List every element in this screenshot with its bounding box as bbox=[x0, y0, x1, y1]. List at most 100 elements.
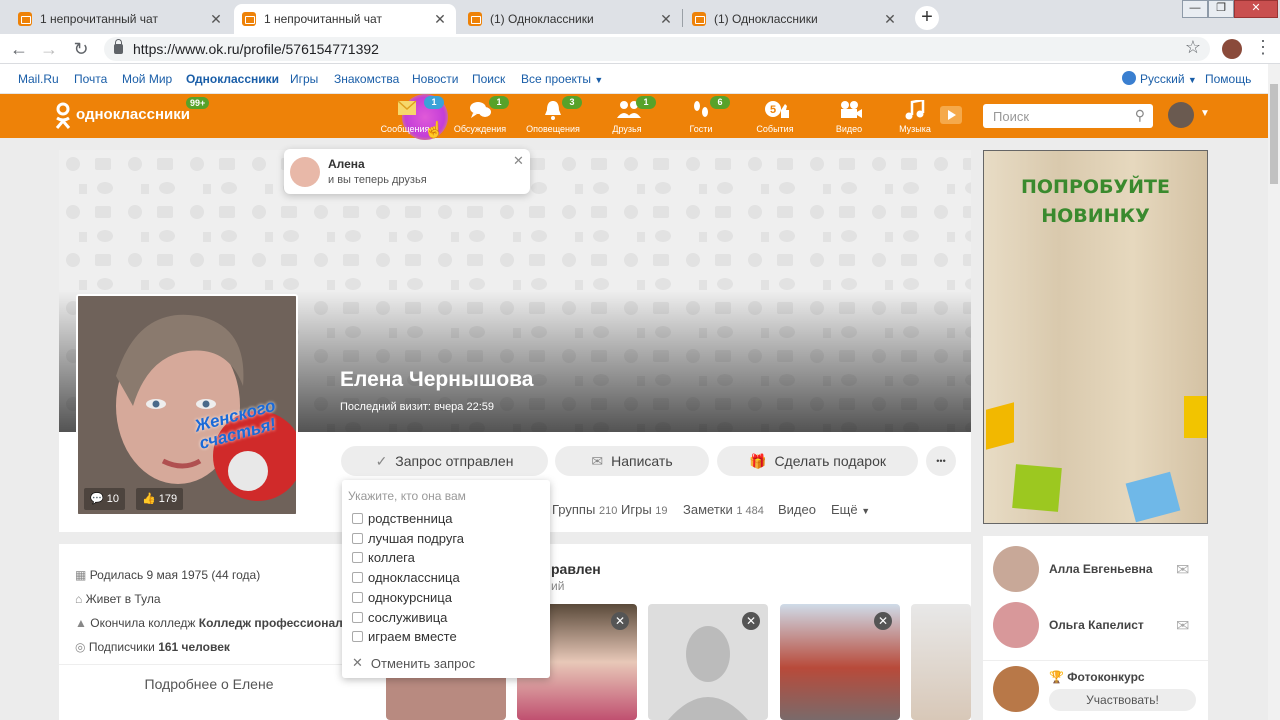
tab-close-icon[interactable]: ✕ bbox=[882, 11, 898, 28]
mouse-cursor-icon: ☝ bbox=[424, 122, 444, 139]
profile-avatar[interactable] bbox=[1222, 39, 1242, 59]
relation-option[interactable]: одноклассница bbox=[352, 570, 460, 585]
user-avatar[interactable] bbox=[1168, 102, 1194, 128]
relation-option[interactable]: лучшая подруга bbox=[352, 531, 464, 546]
avatar-likes[interactable]: 👍 179 bbox=[136, 488, 184, 510]
tab-close-icon[interactable]: ✕ bbox=[432, 11, 448, 28]
tab-close-icon[interactable]: ✕ bbox=[208, 11, 224, 28]
relation-option[interactable]: играем вместе bbox=[352, 629, 457, 644]
friend-notification[interactable]: Алена и вы теперь друзья ✕ bbox=[284, 149, 530, 194]
browser-tab[interactable]: 1 непрочитанный чат ✕ bbox=[10, 4, 232, 34]
nav-notifications[interactable]: 3 Оповещения bbox=[518, 94, 588, 138]
checkbox[interactable] bbox=[352, 592, 363, 603]
close-icon[interactable]: ✕ bbox=[513, 153, 524, 169]
nav-label: Сообщения bbox=[380, 124, 430, 134]
relation-option[interactable]: сослуживица bbox=[352, 610, 447, 625]
tab-groups[interactable]: Группы 210 bbox=[552, 502, 617, 517]
feed-photo[interactable]: ✕ bbox=[780, 604, 900, 720]
tab-video[interactable]: Видео bbox=[778, 502, 816, 517]
relation-option[interactable]: коллега bbox=[352, 550, 415, 565]
maximize-window-button[interactable]: ❐ bbox=[1208, 0, 1234, 18]
browser-tab-active[interactable]: 1 непрочитанный чат ✕ bbox=[234, 4, 456, 34]
relation-option[interactable]: однокурсница bbox=[352, 590, 452, 605]
music-player-icon[interactable] bbox=[940, 106, 962, 124]
help-link[interactable]: Помощь bbox=[1205, 72, 1251, 86]
checkbox[interactable] bbox=[352, 552, 363, 563]
envelope-icon[interactable]: ✉ bbox=[1176, 616, 1189, 636]
envelope-icon[interactable]: ✉ bbox=[1176, 560, 1189, 580]
checkbox[interactable] bbox=[352, 612, 363, 623]
portal-link-dating[interactable]: Знакомства bbox=[334, 72, 399, 86]
browser-tab[interactable]: (1) Одноклассники ✕ bbox=[684, 4, 906, 34]
close-icon[interactable]: ✕ bbox=[874, 612, 892, 630]
ad-yellow-cube bbox=[986, 402, 1014, 450]
notification-name[interactable]: Алена bbox=[328, 157, 365, 171]
nav-guests[interactable]: 6 Гости bbox=[666, 94, 736, 138]
participate-button[interactable]: Участвовать! bbox=[1049, 689, 1196, 711]
browser-tab[interactable]: (1) Одноклассники ✕ bbox=[460, 4, 682, 34]
back-arrow-icon[interactable]: ← bbox=[8, 39, 30, 60]
make-gift-button[interactable]: 🎁 Сделать подарок bbox=[717, 446, 918, 476]
close-icon[interactable]: ✕ bbox=[611, 612, 629, 630]
feed-photo-placeholder[interactable]: ✕ bbox=[648, 604, 768, 720]
tab-more[interactable]: Ещё ▼ bbox=[831, 502, 870, 517]
checkbox[interactable] bbox=[352, 513, 363, 524]
new-tab-button[interactable]: + bbox=[915, 6, 939, 30]
checkbox[interactable] bbox=[352, 572, 363, 583]
portal-link-games[interactable]: Игры bbox=[290, 72, 318, 86]
tab-close-icon[interactable]: ✕ bbox=[658, 11, 674, 28]
portal-link-mail[interactable]: Почта bbox=[74, 72, 107, 86]
nav-discussions[interactable]: 1 Обсуждения bbox=[445, 94, 515, 138]
ok-logo-text[interactable]: одноклассники bbox=[76, 106, 190, 123]
language-select[interactable]: Русский ▼ bbox=[1140, 72, 1197, 86]
portal-link-all-projects[interactable]: Все проекты ▼ bbox=[521, 72, 603, 86]
advertisement-banner[interactable]: ПОПРОБУЙТЕ НОВИНКУ bbox=[983, 150, 1208, 524]
tab-notes[interactable]: Заметки 1 484 bbox=[683, 502, 764, 517]
cancel-label: Отменить запрос bbox=[370, 655, 476, 671]
browser-menu-icon[interactable]: ⋮ bbox=[1252, 37, 1274, 58]
tab-games[interactable]: Игры 19 bbox=[621, 502, 668, 517]
close-icon[interactable]: ✕ bbox=[742, 612, 760, 630]
avatar-comments[interactable]: 💬 10 bbox=[84, 488, 126, 510]
write-message-button[interactable]: ✉ Написать bbox=[555, 446, 709, 476]
portal-link-search[interactable]: Поиск bbox=[472, 72, 505, 86]
checkbox[interactable] bbox=[352, 631, 363, 642]
friend-avatar[interactable] bbox=[993, 602, 1039, 648]
cancel-request-button[interactable]: ✕ Отменить запрос bbox=[352, 655, 475, 671]
minimize-window-button[interactable]: — bbox=[1182, 0, 1208, 18]
feed-title: равлен bbox=[551, 561, 601, 577]
relation-option[interactable]: родственница bbox=[352, 511, 453, 526]
checkbox[interactable] bbox=[352, 533, 363, 544]
more-options-button[interactable]: ••• bbox=[926, 446, 956, 476]
portal-link-mailru[interactable]: Mail.Ru bbox=[18, 72, 59, 86]
nav-friends[interactable]: 1 Друзья bbox=[592, 94, 662, 138]
nav-video[interactable]: Видео bbox=[814, 94, 884, 138]
chevron-down-icon[interactable]: ▼ bbox=[1200, 108, 1210, 119]
friend-name[interactable]: Алла Евгеньевна bbox=[1049, 562, 1153, 576]
feed-photo[interactable] bbox=[911, 604, 971, 720]
portal-link-ok[interactable]: Одноклассники bbox=[186, 72, 279, 86]
ok-logo-icon[interactable] bbox=[54, 102, 72, 130]
college-link[interactable]: Колледж профессионал... bbox=[199, 616, 353, 630]
avatar-likes-count: 179 bbox=[158, 493, 178, 505]
more-about-link[interactable]: Подробнее о Елене bbox=[59, 676, 359, 692]
scrollbar-thumb[interactable] bbox=[1270, 84, 1278, 184]
forward-arrow-icon[interactable]: → bbox=[38, 39, 60, 60]
friend-name[interactable]: Ольга Капелист bbox=[1049, 618, 1144, 632]
close-window-button[interactable]: ✕ bbox=[1234, 0, 1278, 18]
request-sent-button[interactable]: ✓ Запрос отправлен bbox=[341, 446, 548, 476]
portal-link-news[interactable]: Новости bbox=[412, 72, 458, 86]
friend-avatar[interactable] bbox=[993, 546, 1039, 592]
bookmark-star-icon[interactable]: ☆ bbox=[1182, 37, 1204, 58]
profile-avatar-photo[interactable]: Женского счастья! 💬 10 👍 179 bbox=[76, 294, 298, 516]
home-icon: ⌂ bbox=[75, 592, 83, 606]
nav-messages[interactable]: 1 Сообщения ☝ bbox=[372, 94, 448, 140]
reload-icon[interactable]: ↻ bbox=[70, 39, 92, 60]
url-field[interactable]: https://www.ok.ru/profile/576154771392 bbox=[104, 37, 1210, 61]
subscribers-link[interactable]: 161 человек bbox=[158, 640, 230, 654]
portal-link-moimir[interactable]: Мой Мир bbox=[122, 72, 172, 86]
search-input[interactable]: Поиск ⚲ bbox=[983, 104, 1153, 128]
search-icon[interactable]: ⚲ bbox=[1135, 107, 1145, 124]
nav-events[interactable]: 5 События bbox=[740, 94, 810, 138]
contest-avatar[interactable] bbox=[993, 666, 1039, 712]
